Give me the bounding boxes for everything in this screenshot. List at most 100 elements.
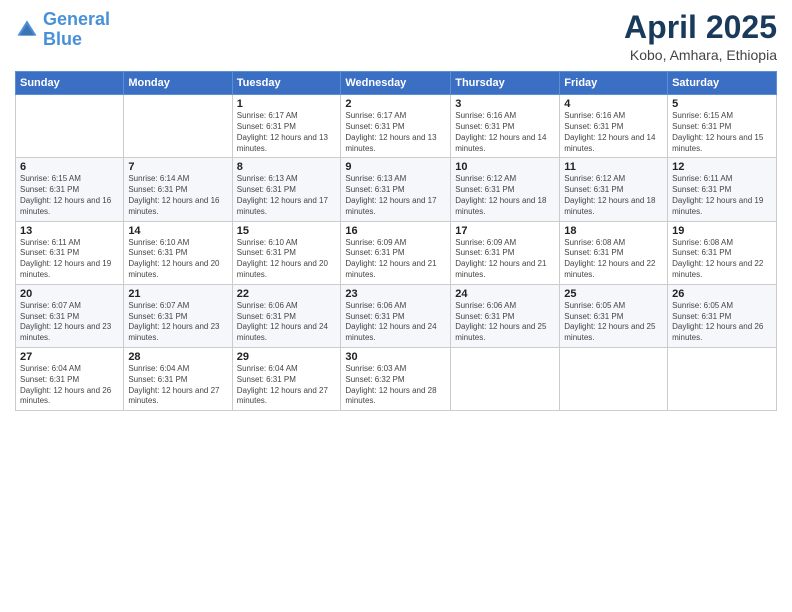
- day-number: 24: [455, 288, 555, 300]
- day-number: 28: [128, 351, 227, 363]
- day-info: Sunrise: 6:06 AMSunset: 6:31 PMDaylight:…: [345, 301, 446, 344]
- day-number: 4: [564, 98, 663, 110]
- calendar-cell: 15Sunrise: 6:10 AMSunset: 6:31 PMDayligh…: [232, 221, 341, 284]
- calendar-cell: 29Sunrise: 6:04 AMSunset: 6:31 PMDayligh…: [232, 347, 341, 410]
- day-info: Sunrise: 6:06 AMSunset: 6:31 PMDaylight:…: [455, 301, 555, 344]
- day-number: 15: [237, 225, 337, 237]
- day-header-monday: Monday: [124, 72, 232, 95]
- calendar-cell: [668, 347, 777, 410]
- day-info: Sunrise: 6:07 AMSunset: 6:31 PMDaylight:…: [128, 301, 227, 344]
- calendar-week-row: 13Sunrise: 6:11 AMSunset: 6:31 PMDayligh…: [16, 221, 777, 284]
- day-number: 27: [20, 351, 119, 363]
- day-info: Sunrise: 6:17 AMSunset: 6:31 PMDaylight:…: [345, 111, 446, 154]
- calendar-cell: 13Sunrise: 6:11 AMSunset: 6:31 PMDayligh…: [16, 221, 124, 284]
- calendar-cell: 16Sunrise: 6:09 AMSunset: 6:31 PMDayligh…: [341, 221, 451, 284]
- header: General Blue April 2025 Kobo, Amhara, Et…: [15, 10, 777, 63]
- day-number: 18: [564, 225, 663, 237]
- calendar-cell: 1Sunrise: 6:17 AMSunset: 6:31 PMDaylight…: [232, 95, 341, 158]
- month-title: April 2025: [624, 10, 777, 45]
- day-number: 10: [455, 161, 555, 173]
- logo-icon: [15, 18, 39, 42]
- day-info: Sunrise: 6:09 AMSunset: 6:31 PMDaylight:…: [345, 238, 446, 281]
- calendar-cell: 8Sunrise: 6:13 AMSunset: 6:31 PMDaylight…: [232, 158, 341, 221]
- day-number: 5: [672, 98, 772, 110]
- calendar-cell: 30Sunrise: 6:03 AMSunset: 6:32 PMDayligh…: [341, 347, 451, 410]
- calendar-cell: 22Sunrise: 6:06 AMSunset: 6:31 PMDayligh…: [232, 284, 341, 347]
- day-number: 29: [237, 351, 337, 363]
- day-info: Sunrise: 6:08 AMSunset: 6:31 PMDaylight:…: [672, 238, 772, 281]
- calendar-cell: 7Sunrise: 6:14 AMSunset: 6:31 PMDaylight…: [124, 158, 232, 221]
- day-number: 23: [345, 288, 446, 300]
- calendar-cell: 21Sunrise: 6:07 AMSunset: 6:31 PMDayligh…: [124, 284, 232, 347]
- calendar-cell: 10Sunrise: 6:12 AMSunset: 6:31 PMDayligh…: [451, 158, 560, 221]
- logo-text: General Blue: [43, 10, 110, 50]
- day-info: Sunrise: 6:11 AMSunset: 6:31 PMDaylight:…: [672, 174, 772, 217]
- page: General Blue April 2025 Kobo, Amhara, Et…: [0, 0, 792, 612]
- day-info: Sunrise: 6:05 AMSunset: 6:31 PMDaylight:…: [564, 301, 663, 344]
- calendar-table: SundayMondayTuesdayWednesdayThursdayFrid…: [15, 71, 777, 411]
- day-info: Sunrise: 6:15 AMSunset: 6:31 PMDaylight:…: [20, 174, 119, 217]
- day-info: Sunrise: 6:05 AMSunset: 6:31 PMDaylight:…: [672, 301, 772, 344]
- location: Kobo, Amhara, Ethiopia: [624, 47, 777, 63]
- day-info: Sunrise: 6:10 AMSunset: 6:31 PMDaylight:…: [237, 238, 337, 281]
- day-number: 6: [20, 161, 119, 173]
- calendar-cell: 18Sunrise: 6:08 AMSunset: 6:31 PMDayligh…: [560, 221, 668, 284]
- day-info: Sunrise: 6:13 AMSunset: 6:31 PMDaylight:…: [237, 174, 337, 217]
- day-info: Sunrise: 6:08 AMSunset: 6:31 PMDaylight:…: [564, 238, 663, 281]
- calendar-cell: 4Sunrise: 6:16 AMSunset: 6:31 PMDaylight…: [560, 95, 668, 158]
- day-info: Sunrise: 6:07 AMSunset: 6:31 PMDaylight:…: [20, 301, 119, 344]
- day-header-sunday: Sunday: [16, 72, 124, 95]
- calendar-cell: 26Sunrise: 6:05 AMSunset: 6:31 PMDayligh…: [668, 284, 777, 347]
- day-number: 17: [455, 225, 555, 237]
- day-number: 11: [564, 161, 663, 173]
- calendar-cell: 3Sunrise: 6:16 AMSunset: 6:31 PMDaylight…: [451, 95, 560, 158]
- calendar-cell: [124, 95, 232, 158]
- day-number: 19: [672, 225, 772, 237]
- day-number: 2: [345, 98, 446, 110]
- day-info: Sunrise: 6:15 AMSunset: 6:31 PMDaylight:…: [672, 111, 772, 154]
- title-block: April 2025 Kobo, Amhara, Ethiopia: [624, 10, 777, 63]
- calendar-cell: 12Sunrise: 6:11 AMSunset: 6:31 PMDayligh…: [668, 158, 777, 221]
- calendar-cell: [16, 95, 124, 158]
- day-number: 13: [20, 225, 119, 237]
- day-info: Sunrise: 6:09 AMSunset: 6:31 PMDaylight:…: [455, 238, 555, 281]
- calendar-cell: [451, 347, 560, 410]
- calendar-week-row: 20Sunrise: 6:07 AMSunset: 6:31 PMDayligh…: [16, 284, 777, 347]
- day-info: Sunrise: 6:06 AMSunset: 6:31 PMDaylight:…: [237, 301, 337, 344]
- day-header-wednesday: Wednesday: [341, 72, 451, 95]
- calendar-cell: 24Sunrise: 6:06 AMSunset: 6:31 PMDayligh…: [451, 284, 560, 347]
- calendar-cell: [560, 347, 668, 410]
- day-info: Sunrise: 6:03 AMSunset: 6:32 PMDaylight:…: [345, 364, 446, 407]
- day-number: 22: [237, 288, 337, 300]
- day-info: Sunrise: 6:04 AMSunset: 6:31 PMDaylight:…: [237, 364, 337, 407]
- calendar-header-row: SundayMondayTuesdayWednesdayThursdayFrid…: [16, 72, 777, 95]
- day-number: 3: [455, 98, 555, 110]
- day-info: Sunrise: 6:11 AMSunset: 6:31 PMDaylight:…: [20, 238, 119, 281]
- day-number: 16: [345, 225, 446, 237]
- logo: General Blue: [15, 10, 110, 50]
- calendar-cell: 14Sunrise: 6:10 AMSunset: 6:31 PMDayligh…: [124, 221, 232, 284]
- day-number: 1: [237, 98, 337, 110]
- day-number: 20: [20, 288, 119, 300]
- calendar-week-row: 1 Sunrise: 6:17 AMSunset: 6:31 PMDaylight…: [16, 95, 777, 158]
- day-number: 26: [672, 288, 772, 300]
- day-number: 25: [564, 288, 663, 300]
- day-header-tuesday: Tuesday: [232, 72, 341, 95]
- calendar-cell: 6Sunrise: 6:15 AMSunset: 6:31 PMDaylight…: [16, 158, 124, 221]
- day-info: Sunrise: 6:12 AMSunset: 6:31 PMDaylight:…: [564, 174, 663, 217]
- day-info: Sunrise: 6:14 AMSunset: 6:31 PMDaylight:…: [128, 174, 227, 217]
- calendar-cell: 25Sunrise: 6:05 AMSunset: 6:31 PMDayligh…: [560, 284, 668, 347]
- day-info: Sunrise: 6:16 AMSunset: 6:31 PMDaylight:…: [455, 111, 555, 154]
- day-number: 14: [128, 225, 227, 237]
- day-info: Sunrise: 6:04 AMSunset: 6:31 PMDaylight:…: [128, 364, 227, 407]
- day-info: Sunrise: 6:12 AMSunset: 6:31 PMDaylight:…: [455, 174, 555, 217]
- calendar-cell: 23Sunrise: 6:06 AMSunset: 6:31 PMDayligh…: [341, 284, 451, 347]
- calendar-cell: 28Sunrise: 6:04 AMSunset: 6:31 PMDayligh…: [124, 347, 232, 410]
- day-number: 30: [345, 351, 446, 363]
- calendar-cell: 19Sunrise: 6:08 AMSunset: 6:31 PMDayligh…: [668, 221, 777, 284]
- calendar-week-row: 6Sunrise: 6:15 AMSunset: 6:31 PMDaylight…: [16, 158, 777, 221]
- day-header-friday: Friday: [560, 72, 668, 95]
- day-number: 8: [237, 161, 337, 173]
- day-number: 7: [128, 161, 227, 173]
- day-info: Sunrise: 6:10 AMSunset: 6:31 PMDaylight:…: [128, 238, 227, 281]
